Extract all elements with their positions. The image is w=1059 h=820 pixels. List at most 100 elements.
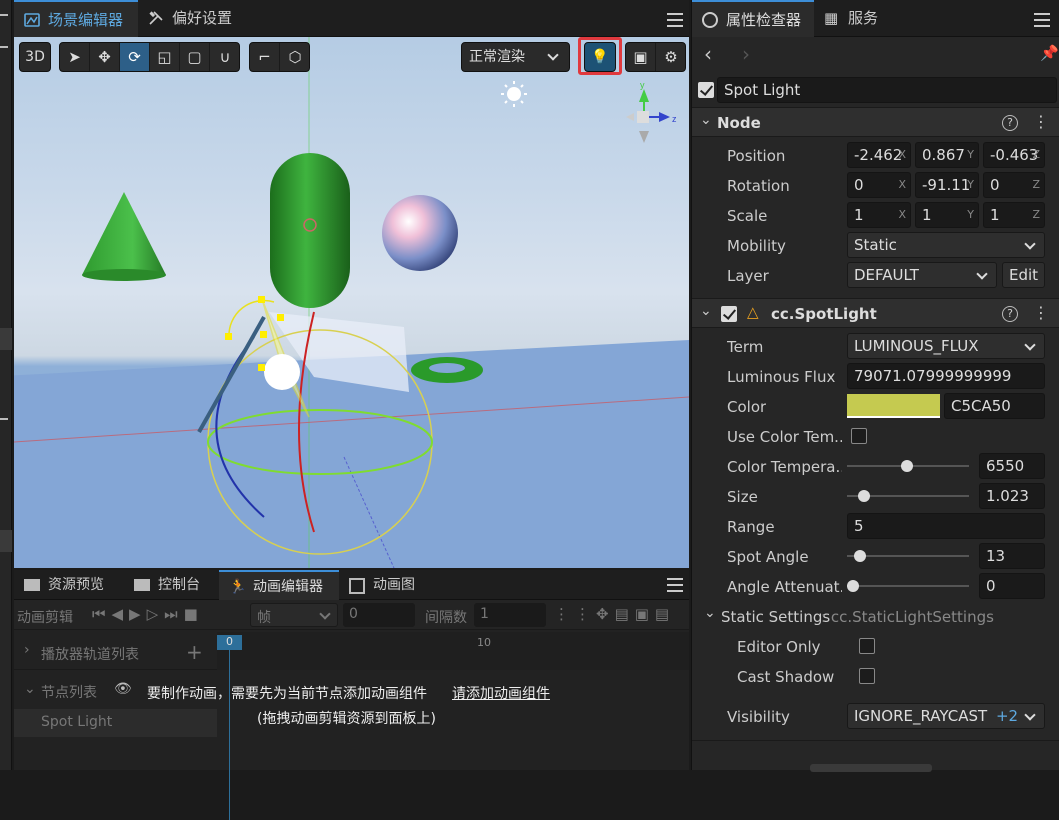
rotation-z-input[interactable]: 0Z [983,172,1045,198]
angle-attenuation-input[interactable]: 0 [979,573,1045,599]
rotation-x-input[interactable]: 0X [847,172,911,198]
node-section-header[interactable]: ⌄ Node ? [692,107,1059,137]
forward-arrow-icon[interactable]: › [742,42,750,66]
range-input[interactable]: 5 [847,513,1045,539]
player-tracks-row: › 播放器轨道列表 + 0 10 [14,632,689,820]
move-tool-icon[interactable]: ✥ [90,43,120,71]
gear-icon[interactable]: ⚙ [656,43,685,71]
render-mode-select[interactable]: 正常渲染 [461,42,570,72]
tab-services[interactable]: ▦ 服务 [814,0,894,37]
pin-icon[interactable]: 📌 [1040,44,1059,62]
mobility-select[interactable]: Static [847,232,1045,258]
frame-input[interactable]: 0 [343,603,415,627]
tab-inspector[interactable]: 属性检查器 [692,0,814,37]
panel-menu-icon[interactable] [667,13,683,27]
panel-menu-icon[interactable] [1034,13,1050,27]
interval-input[interactable]: 1 [474,603,546,627]
select-tool-icon[interactable]: ➤ [60,43,90,71]
component-enabled-checkbox[interactable] [721,306,737,322]
chevron-right-icon[interactable]: › [24,642,30,658]
node-active-checkbox[interactable] [698,82,714,98]
static-settings-row[interactable]: ⌄ Static Settings : cc.StaticLightSettin… [692,601,1059,631]
color-temperature-slider[interactable] [847,460,969,472]
frame-unit-select[interactable]: 帧 [250,603,338,627]
animation-hint: 要制作动画，需要先为当前节点添加动画组件 [147,686,427,702]
light-toggle-button[interactable]: 💡 [584,42,616,72]
panel-menu-icon[interactable] [667,578,683,592]
cast-shadow-checkbox[interactable] [859,668,875,684]
tab-asset-preview[interactable]: 资源预览 [14,570,124,600]
spot-angle-slider[interactable] [847,550,969,562]
camera-tools: ▣ ⚙ [625,42,686,72]
keyframe-tools-icon[interactable]: ⋮⋮✥▤▣▤ [554,605,675,623]
slider-knob[interactable] [900,460,913,472]
more-options-icon[interactable] [1033,303,1049,322]
clip-label: 动画剪辑 [17,610,73,626]
chevron-down-icon[interactable]: ⌄ [24,681,36,697]
add-icon[interactable]: + [186,640,203,664]
snap-tool-icon[interactable]: ∪ [210,43,239,71]
timeline-ruler[interactable]: 0 10 [217,632,689,820]
pivot-cube-icon[interactable]: ⬡ [280,43,309,71]
color-temperature-label: Color Tempera... [727,458,842,476]
menu-icon[interactable] [0,46,8,48]
panel-handle[interactable] [0,328,12,350]
menu-icon[interactable] [0,14,8,16]
color-hex-input[interactable]: C5CA50 [944,393,1045,419]
rect-tool-icon[interactable]: ▢ [180,43,210,71]
local-coord-icon[interactable]: ⌐ [250,43,280,71]
spot-angle-input[interactable]: 13 [979,543,1045,569]
inspector-panel: 属性检查器 ▦ 服务 ‹ › 📌 Spot Light ⌄ Node ? Pos… [691,0,1059,772]
camera-icon[interactable]: ▣ [626,43,656,71]
scale-y-input[interactable]: 1Y [915,202,979,228]
help-icon[interactable]: ? [1002,115,1018,131]
color-temperature-input[interactable]: 6550 [979,453,1045,479]
tab-animation-editor[interactable]: 🏃 动画编辑器 [219,570,339,600]
help-icon[interactable]: ? [1002,306,1018,322]
tab-scene-editor[interactable]: 场景编辑器 [14,0,138,37]
node-list-item[interactable]: Spot Light [14,709,217,737]
menu-icon[interactable] [0,418,8,420]
tab-animation-graph[interactable]: 动画图 [339,570,434,600]
add-component-button[interactable] [810,764,932,772]
tab-console[interactable]: 控制台 [124,570,219,600]
scale-z-input[interactable]: 1Z [983,202,1045,228]
size-slider[interactable] [847,490,969,502]
position-z-input[interactable]: -0.463 Z [983,142,1045,168]
term-select[interactable]: LUMINOUS_FLUX [847,333,1045,359]
size-input[interactable]: 1.023 [979,483,1045,509]
color-swatch[interactable] [847,394,940,418]
back-arrow-icon[interactable]: ‹ [704,42,712,66]
node-name-input[interactable]: Spot Light [717,77,1057,103]
tab-preferences[interactable]: 偏好设置 [138,0,248,37]
panel-handle[interactable] [0,530,12,552]
angle-attenuation-label: Angle Attenuat... [727,578,842,596]
slider-knob[interactable] [853,550,866,562]
rotate-tool-icon[interactable]: ⟳ [120,43,150,71]
editor-only-checkbox[interactable] [859,638,875,654]
rotation-y-input[interactable]: -91.11 Y [915,172,979,198]
scale-tool-icon[interactable]: ◱ [150,43,180,71]
timeline-cursor[interactable]: 0 [217,635,242,650]
drag-hint: (拖拽动画剪辑资源到面板上) [257,711,436,727]
layer-select[interactable]: DEFAULT [847,262,997,288]
eye-icon[interactable]: 👁 [114,681,132,697]
3d-label: 3D [25,49,45,65]
add-animation-component-link[interactable]: 请添加动画组件 [452,683,550,703]
3d-toggle-button[interactable]: 3D [19,42,51,72]
luminous-flux-input[interactable]: 79071.07999999999 [847,363,1045,389]
position-y-input[interactable]: 0.867 Y [915,142,979,168]
spotlight-section-header[interactable]: ⌄ △ cc.SpotLight ? [692,298,1059,328]
playback-controls-icon[interactable]: ⏮◀▶▷⏭■ [92,605,204,623]
slider-knob[interactable] [847,580,859,592]
use-color-temp-checkbox[interactable] [851,428,867,444]
scene-viewport[interactable]: y z 3D ➤ ✥ ⟳ ◱ ▢ ∪ ⌐ ⬡ 正常渲染 💡 ▣ ⚙ [14,37,689,568]
layer-edit-button[interactable]: Edit [1002,262,1045,288]
angle-attenuation-slider[interactable] [847,580,969,592]
position-x-input[interactable]: -2.462 X [847,142,911,168]
slider-knob[interactable] [858,490,870,502]
more-options-icon[interactable] [1033,112,1049,131]
scale-x-input[interactable]: 1X [847,202,911,228]
visibility-label: Visibility [727,708,790,726]
visibility-select[interactable]: IGNORE_RAYCAST +2 [847,703,1045,729]
